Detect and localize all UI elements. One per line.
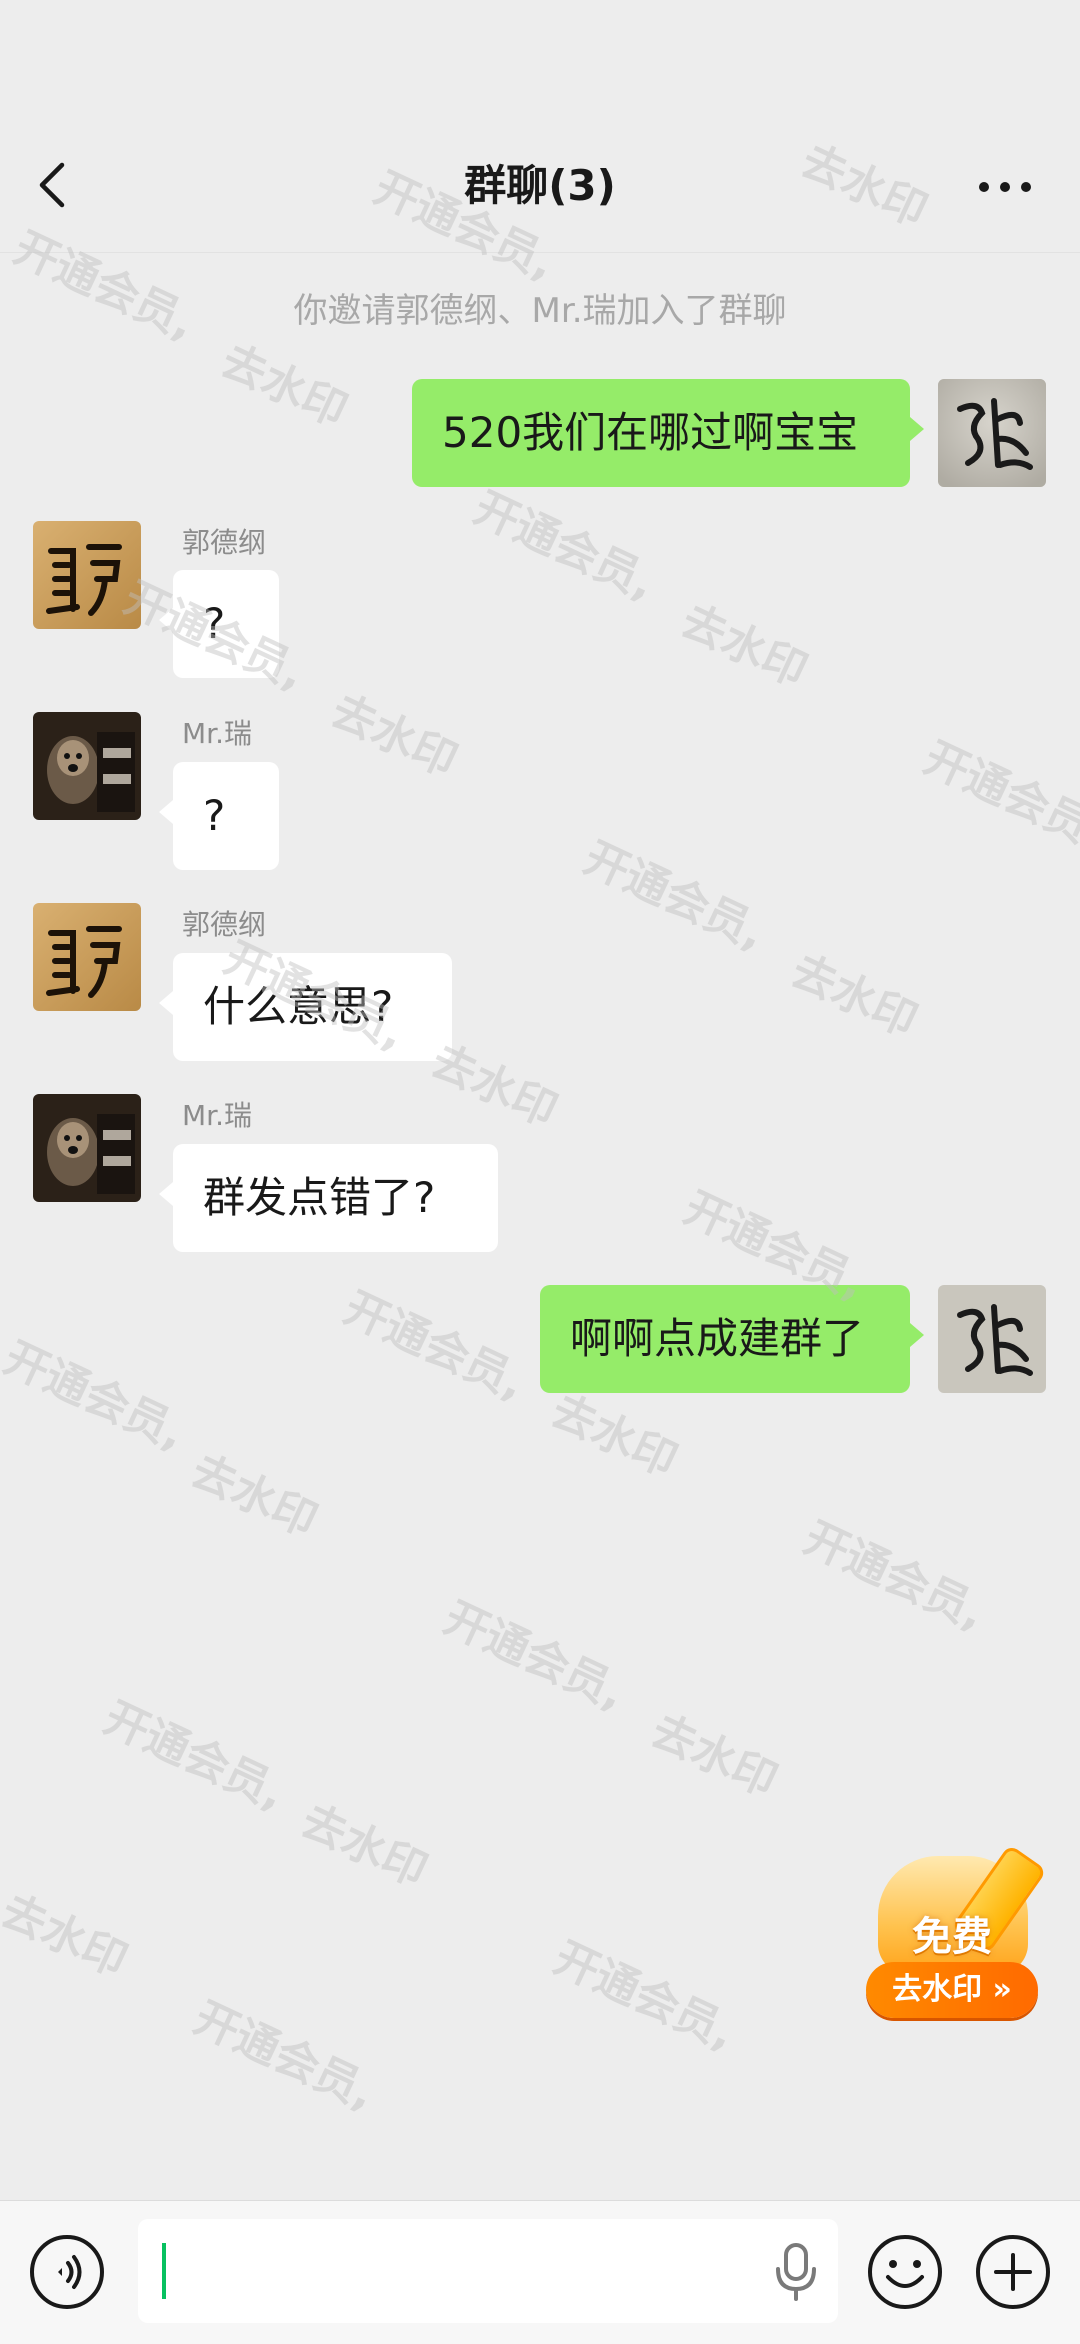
- watermark-text: 去水印: [183, 1445, 325, 1548]
- more-button[interactable]: [970, 162, 1040, 212]
- watermark-text: 开通会员,: [336, 1282, 533, 1410]
- watermark-text: 去水印: [0, 1885, 135, 1988]
- emoji-button[interactable]: [866, 2233, 944, 2311]
- message-input[interactable]: [138, 2219, 838, 2323]
- watermark-text: 去水印: [643, 1705, 785, 1808]
- message-bubble-incoming[interactable]: ?: [159, 570, 279, 678]
- more-actions-button[interactable]: [974, 2233, 1052, 2311]
- calligraphy-avatar-icon: [938, 1285, 1046, 1393]
- watermark-text: 开通会员,: [546, 1932, 743, 2060]
- watermark-text: 开通会员,: [576, 832, 773, 960]
- calligraphy-avatar-icon: [33, 521, 141, 629]
- watermark-text: 去水印: [213, 335, 355, 438]
- message-bubble-outgoing[interactable]: 啊啊点成建群了: [540, 1285, 924, 1393]
- message-bubble-outgoing[interactable]: 520我们在哪过啊宝宝: [412, 379, 924, 487]
- message-bubble-incoming[interactable]: 群发点错了?: [159, 1144, 498, 1252]
- more-dots-icon: [979, 182, 1031, 192]
- chat-header: 群聊(3): [0, 0, 1080, 253]
- watermark-text: 开通会员,: [96, 1692, 293, 1820]
- sender-name: Mr.瑞: [182, 717, 253, 750]
- plus-icon: [976, 2235, 1050, 2309]
- chat-input-bar: [0, 2200, 1080, 2344]
- chat-screen: 群聊(3) 你邀请郭德纲、Mr.瑞加入了群聊 520我们在哪过啊宝宝 郭德纲 ?…: [0, 0, 1080, 2344]
- sender-avatar-guo[interactable]: [33, 521, 141, 629]
- watermark-text: 去水印: [673, 595, 815, 698]
- my-avatar[interactable]: [938, 1285, 1046, 1393]
- watermark-text: 开通会员,: [436, 1592, 633, 1720]
- watermark-text: 开通会员,: [916, 732, 1080, 860]
- sender-name: 郭德纲: [182, 908, 267, 941]
- promo-remove-label: 去水印 »: [866, 1962, 1038, 2018]
- dog-photo-avatar-icon: [33, 1094, 141, 1202]
- promo-free-label: 免费: [912, 1914, 992, 1960]
- emoji-icon: [868, 2235, 942, 2309]
- watermark-text: 开通会员,: [0, 1332, 193, 1460]
- voice-toggle-button[interactable]: [28, 2233, 106, 2311]
- my-avatar[interactable]: [938, 379, 1046, 487]
- dog-photo-avatar-icon: [33, 712, 141, 820]
- watermark-text: 去水印: [293, 1795, 435, 1898]
- calligraphy-avatar-icon: [938, 379, 1046, 487]
- sender-avatar-guo[interactable]: [33, 903, 141, 1011]
- watermark-text: 去水印: [323, 685, 465, 788]
- text-caret: [162, 2243, 166, 2299]
- message-bubble-incoming[interactable]: ?: [159, 762, 279, 870]
- voice-mode-icon: [30, 2235, 104, 2309]
- sender-name: Mr.瑞: [182, 1099, 253, 1132]
- calligraphy-avatar-icon: [33, 903, 141, 1011]
- mic-button[interactable]: [770, 2241, 822, 2303]
- chat-title: 群聊(3): [464, 161, 616, 210]
- system-message: 你邀请郭德纲、Mr.瑞加入了群聊: [293, 291, 787, 331]
- message-bubble-incoming[interactable]: 什么意思?: [159, 953, 452, 1061]
- watermark-text: 开通会员,: [466, 482, 663, 610]
- microphone-icon: [776, 2243, 816, 2301]
- watermark-text: 开通会员,: [796, 1512, 993, 1640]
- sender-avatar-rui[interactable]: [33, 712, 141, 820]
- watermark-text: 开通会员,: [186, 1992, 383, 2120]
- remove-watermark-badge[interactable]: 免费 去水印 »: [866, 1844, 1048, 2020]
- sender-name: 郭德纲: [182, 526, 267, 559]
- sender-avatar-rui[interactable]: [33, 1094, 141, 1202]
- watermark-text: 去水印: [783, 945, 925, 1048]
